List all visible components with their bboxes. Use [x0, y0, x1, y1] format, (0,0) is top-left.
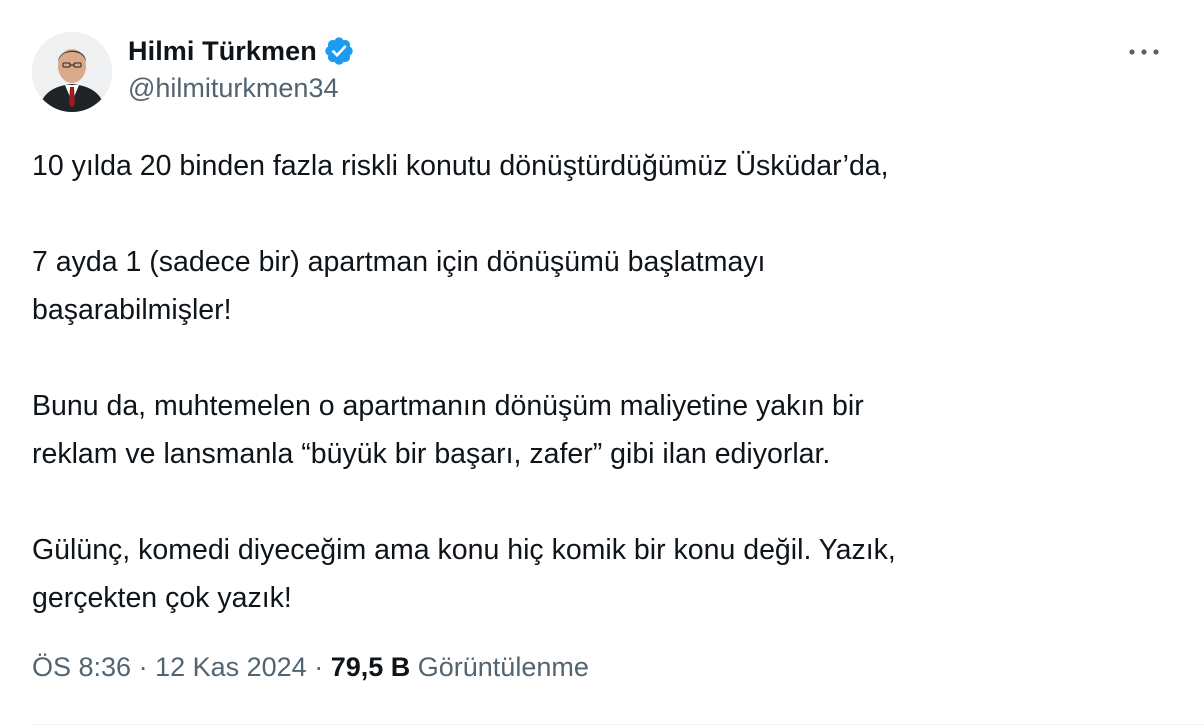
tweet-line: gerçekten çok yazık!	[32, 582, 292, 614]
verified-badge-icon[interactable]	[323, 35, 355, 67]
tweet-line: Gülünç, komedi diyeceğim ama konu hiç ko…	[32, 534, 896, 566]
more-options-icon[interactable]	[1122, 40, 1166, 64]
tweet-paragraph-3: Bunu da, muhtemelen o apartmanın dönüşüm…	[32, 382, 1172, 478]
tweet-paragraph-1: 10 yılda 20 binden fazla riskli konutu d…	[32, 142, 1172, 190]
tweet-card: Hilmi Türkmen @hilmiturkmen34 10 yılda 2…	[0, 0, 1204, 728]
avatar[interactable]	[32, 32, 112, 112]
display-name[interactable]: Hilmi Türkmen	[128, 36, 317, 67]
divider	[32, 724, 1204, 725]
name-row: Hilmi Türkmen	[128, 33, 355, 69]
tweet-paragraph-2: 7 ayda 1 (sadece bir) apartman için dönü…	[32, 238, 1172, 334]
tweet-date[interactable]: 12 Kas 2024	[155, 652, 307, 682]
meta-separator: ·	[306, 652, 331, 682]
tweet-line: Bunu da, muhtemelen o apartmanın dönüşüm…	[32, 390, 864, 422]
tweet-line: reklam ve lansmanla “büyük bir başarı, z…	[32, 438, 831, 470]
avatar-image	[32, 32, 112, 112]
tweet-text: 10 yılda 20 binden fazla riskli konutu d…	[32, 142, 1172, 622]
tweet-line: 10 yılda 20 binden fazla riskli konutu d…	[32, 150, 889, 182]
tweet-time[interactable]: ÖS 8:36	[32, 652, 131, 682]
user-handle[interactable]: @hilmiturkmen34	[128, 73, 355, 104]
tweet-paragraph-4: Gülünç, komedi diyeceğim ama konu hiç ko…	[32, 526, 1172, 622]
tweet-line: başarabilmişler!	[32, 294, 232, 326]
views-count: 79,5 B	[330, 652, 411, 682]
author-block: Hilmi Türkmen @hilmiturkmen34	[128, 33, 355, 104]
views-label: Görüntülenme	[417, 652, 589, 682]
tweet-line: 7 ayda 1 (sadece bir) apartman için dönü…	[32, 246, 766, 278]
meta-separator: ·	[131, 652, 156, 682]
tweet-meta: ÖS 8:36 · 12 Kas 2024 · 79,5 B Görüntüle…	[32, 652, 589, 683]
